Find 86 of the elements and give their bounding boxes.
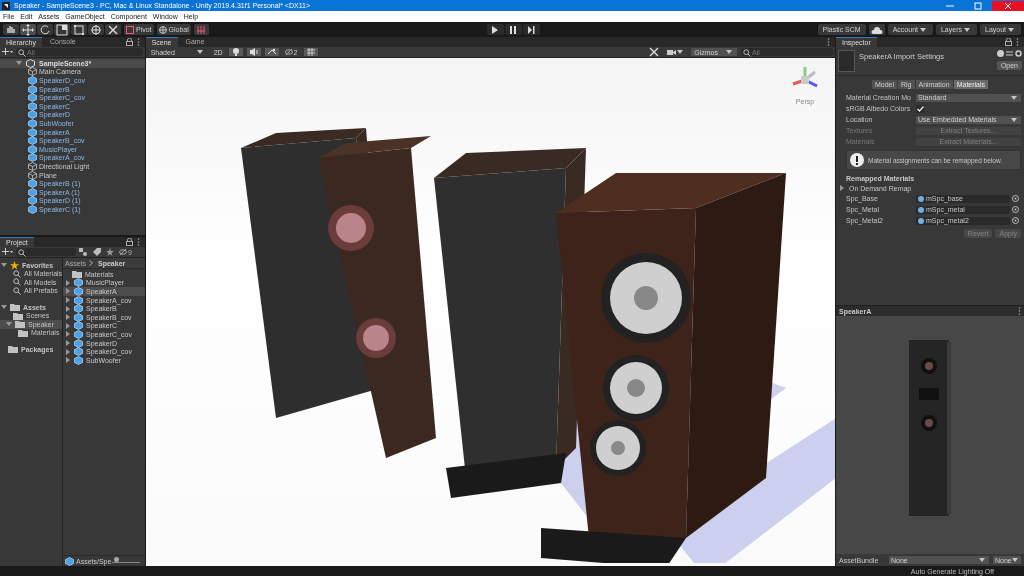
effects-icon <box>266 47 277 57</box>
lock-icon[interactable] <box>125 238 133 246</box>
dropdown-arrow-icon <box>1008 27 1014 32</box>
warning-icon <box>850 153 864 167</box>
light-bulb-icon <box>230 47 241 57</box>
pivot-icon <box>126 25 134 34</box>
camera-icon <box>667 48 677 56</box>
tools-icon[interactable] <box>649 47 660 57</box>
tool-button[interactable] <box>105 24 121 35</box>
lock-icon[interactable] <box>125 38 133 46</box>
more-options-icon[interactable] <box>136 238 140 246</box>
eye-slash-icon <box>284 49 293 55</box>
tool-button[interactable] <box>54 24 70 35</box>
expand-arrow-icon[interactable] <box>1 304 7 311</box>
plus-icon <box>2 48 13 56</box>
star-icon[interactable] <box>106 248 114 256</box>
search-icon <box>18 249 26 257</box>
speaker-icon <box>248 47 259 57</box>
globe-icon <box>158 25 167 34</box>
search-icon <box>743 49 751 57</box>
dropdown-arrow-icon <box>979 558 985 562</box>
cube-outline-icon <box>28 170 37 180</box>
scene-toggle[interactable] <box>228 48 243 56</box>
play-control-button[interactable] <box>504 24 522 35</box>
cube-outline-icon <box>28 67 37 77</box>
cloud-icon <box>870 25 883 34</box>
camera-dropdown[interactable] <box>665 48 688 56</box>
slider-thumb[interactable] <box>113 557 119 562</box>
dropdown-arrow-icon <box>1011 117 1017 122</box>
grid-toggle[interactable] <box>303 48 318 56</box>
dropdown-arrow-icon <box>964 27 970 32</box>
settings-icon[interactable] <box>1015 50 1022 57</box>
play-control-button[interactable] <box>522 24 540 35</box>
move-icon <box>22 23 34 36</box>
tools-icon <box>107 23 119 36</box>
grid-icon <box>305 47 316 57</box>
lock-icon[interactable] <box>1005 38 1012 46</box>
step-icon <box>525 23 538 36</box>
more-options-icon[interactable] <box>1018 307 1021 315</box>
model-thumbnail <box>838 50 855 72</box>
hand-icon <box>5 23 17 36</box>
close-icon[interactable] <box>992 0 1024 11</box>
add-button[interactable] <box>2 248 13 256</box>
tool-button[interactable] <box>71 24 87 35</box>
checkmark-icon <box>916 105 924 112</box>
scale-icon <box>56 23 68 36</box>
unity-scene-icon <box>26 58 35 68</box>
scene-toggle[interactable] <box>264 48 279 56</box>
eye-slash-icon <box>119 249 127 255</box>
play-control-button[interactable] <box>486 24 504 35</box>
expand-arrow-icon[interactable] <box>16 60 22 67</box>
grid-snap-icon <box>196 24 207 35</box>
dropdown-arrow-icon <box>1011 558 1018 562</box>
cube-icon <box>65 556 74 566</box>
filter-type-icon[interactable] <box>79 248 88 256</box>
help-icon[interactable] <box>997 50 1004 57</box>
scene-toggle[interactable] <box>246 48 261 56</box>
collapse-arrow-icon[interactable] <box>839 185 845 191</box>
tool-button[interactable] <box>3 24 19 35</box>
tool-button[interactable] <box>20 24 36 35</box>
snap-button[interactable] <box>193 24 209 35</box>
checkbox[interactable] <box>916 104 924 113</box>
dropdown-arrow-icon <box>196 50 203 54</box>
expand-arrow-icon[interactable] <box>6 321 12 328</box>
add-button[interactable] <box>2 48 13 56</box>
search-icon <box>18 49 26 57</box>
chevron-icon <box>89 260 93 266</box>
cube-outline-icon <box>28 161 37 171</box>
rotate-icon <box>39 23 51 36</box>
more-options-icon[interactable] <box>827 38 830 46</box>
tool-button[interactable] <box>37 24 53 35</box>
presets-icon[interactable] <box>1006 50 1013 57</box>
dropdown-arrow-icon <box>1011 95 1017 100</box>
dropdown-arrow-icon <box>919 27 926 32</box>
more-options-icon[interactable] <box>1016 38 1019 46</box>
transform-icon <box>90 23 102 36</box>
plus-icon <box>2 248 13 256</box>
expand-arrow-icon[interactable] <box>1 262 7 269</box>
search-field[interactable] <box>16 248 76 256</box>
rect-tool-icon <box>73 23 85 36</box>
cloud-button[interactable] <box>868 24 885 35</box>
dropdown-arrow-icon <box>726 50 732 54</box>
tool-button[interactable] <box>88 24 104 35</box>
star-icon <box>10 260 19 270</box>
more-options-icon[interactable] <box>136 38 140 46</box>
dropdown-arrow-icon <box>677 50 684 54</box>
